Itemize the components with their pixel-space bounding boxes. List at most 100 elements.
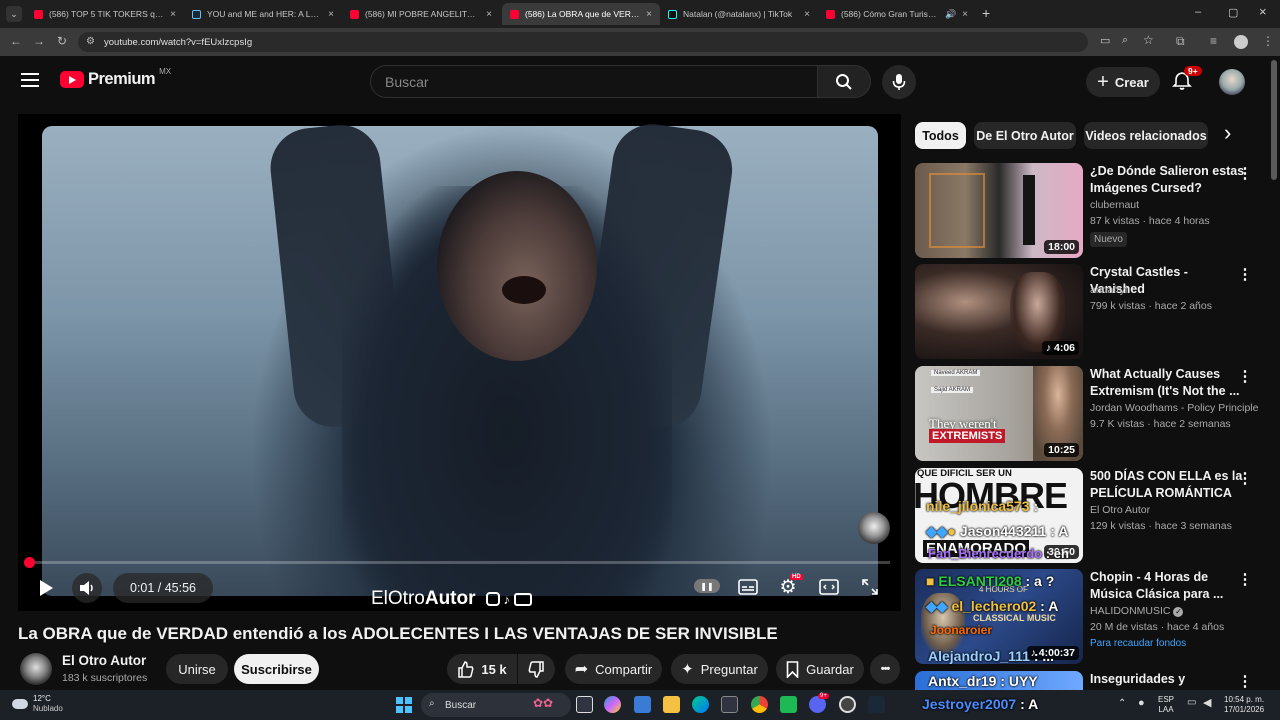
video-thumbnail[interactable]: Naveed AKRAM Sajid AKRAM They weren't EX… bbox=[915, 366, 1083, 461]
tab-close-icon[interactable]: × bbox=[804, 9, 810, 20]
search-input[interactable]: Buscar bbox=[370, 65, 818, 98]
video-frame[interactable] bbox=[42, 119, 878, 596]
copilot-icon[interactable] bbox=[604, 696, 621, 713]
browser-tab[interactable]: YOU and ME and HER: A Love S × bbox=[184, 3, 342, 25]
url-field[interactable]: ⚙ youtube.com/watch?v=fEUxIzcpsIg ▭ ⌕ ☆ bbox=[78, 32, 1154, 52]
task-view-icon[interactable] bbox=[576, 696, 593, 713]
window-close-button[interactable]: × bbox=[1259, 4, 1267, 19]
browser-tab[interactable]: (586) TOP 5 TIK TOKERS que C × bbox=[26, 3, 184, 25]
obs-icon[interactable] bbox=[839, 696, 856, 713]
chrome-icon[interactable] bbox=[751, 696, 768, 713]
progress-scrubber[interactable] bbox=[24, 557, 35, 568]
edge-icon[interactable] bbox=[692, 696, 709, 713]
settings-button[interactable]: ⚙ HD bbox=[776, 574, 803, 598]
channel-watermark-icon[interactable] bbox=[858, 512, 890, 544]
create-button[interactable]: + Crear bbox=[1086, 67, 1160, 97]
steam-icon[interactable] bbox=[868, 696, 885, 713]
related-video-title[interactable]: Chopin - 4 Horas de Música Clásica para … bbox=[1090, 569, 1245, 602]
subtitles-button[interactable] bbox=[736, 577, 760, 597]
related-video-title[interactable]: ¿De Dónde Salieron estas Imágenes Cursed… bbox=[1090, 163, 1245, 196]
save-button[interactable]: Guardar bbox=[776, 654, 864, 684]
related-video-title[interactable]: Inseguridades y porquerías bbox=[1090, 671, 1245, 690]
more-vert-icon[interactable]: ⋮ bbox=[1237, 163, 1253, 183]
hamburger-menu-icon[interactable] bbox=[21, 73, 39, 87]
miniplayer-button[interactable] bbox=[817, 577, 841, 597]
browser-tab[interactable]: (586) MI POBRE ANGELITO tien × bbox=[342, 3, 500, 25]
network-icon[interactable]: ▭ bbox=[1187, 697, 1196, 708]
fullscreen-button[interactable] bbox=[858, 577, 882, 597]
volume-button[interactable] bbox=[72, 573, 102, 603]
browser-tab-active[interactable]: (586) La OBRA que de VERDAD × bbox=[502, 3, 660, 25]
related-video-card[interactable]: Naveed AKRAM Sajid AKRAM They weren't EX… bbox=[915, 366, 1270, 461]
audio-icon[interactable]: 🔊 bbox=[945, 9, 956, 20]
chip-videos-relacionados[interactable]: Videos relacionados bbox=[1084, 122, 1208, 149]
related-video-card[interactable]: 18:00 ¿De Dónde Salieron estas Imágenes … bbox=[915, 163, 1270, 258]
cast-icon[interactable]: ▭ bbox=[1100, 34, 1110, 47]
related-video-channel[interactable]: annafryl bbox=[1090, 284, 1127, 296]
channel-avatar[interactable] bbox=[20, 653, 52, 685]
search-button[interactable] bbox=[817, 65, 871, 98]
related-video-title[interactable]: What Actually Causes Extremism (It's Not… bbox=[1090, 366, 1245, 399]
maximize-button[interactable]: ▢ bbox=[1228, 6, 1238, 19]
browser-tab[interactable]: (586) Cómo Gran Turismo 🔊 × bbox=[818, 3, 976, 25]
reload-icon[interactable]: ↻ bbox=[57, 34, 67, 48]
excel-icon[interactable] bbox=[721, 696, 738, 713]
browser-menu-icon[interactable]: ⋮ bbox=[1262, 34, 1274, 48]
related-video-channel[interactable]: HALIDONMUSIC ✓ bbox=[1090, 605, 1184, 617]
related-video-card[interactable]: ♪ 4:06 Crystal Castles - Vanished annafr… bbox=[915, 264, 1270, 359]
extensions-icon[interactable]: ⧉ bbox=[1176, 34, 1185, 49]
account-avatar[interactable] bbox=[1219, 69, 1245, 95]
video-player[interactable]: 0:01 / 45:56 ElOtro Autor ♪ ❚❚ ⚙ HD bbox=[18, 114, 901, 611]
autoplay-toggle[interactable]: ❚❚ bbox=[694, 579, 720, 593]
clock[interactable]: 10:54 p. m. 17/01/2026 bbox=[1224, 695, 1264, 715]
more-vert-icon[interactable]: ⋮ bbox=[1237, 468, 1253, 488]
youtube-logo[interactable]: Premium MX bbox=[60, 67, 171, 89]
notifications-button[interactable]: 9+ bbox=[1172, 66, 1202, 93]
volume-icon[interactable]: ◀ bbox=[1203, 696, 1211, 709]
green-app-icon[interactable] bbox=[780, 696, 797, 713]
progress-bar[interactable] bbox=[30, 561, 890, 564]
site-info-icon[interactable]: ⚙ bbox=[86, 36, 95, 47]
video-thumbnail[interactable]: ♪ 4:06 bbox=[915, 264, 1083, 359]
more-actions-button[interactable]: ••• bbox=[870, 654, 900, 684]
zoom-icon[interactable]: ⌕ bbox=[1122, 34, 1128, 47]
related-video-title[interactable]: 500 DÍAS CON ELLA es la PELÍCULA ROMÁNTI… bbox=[1090, 468, 1245, 501]
minimize-button[interactable]: – bbox=[1195, 6, 1201, 18]
subscribe-button[interactable]: Suscribirse bbox=[234, 654, 319, 684]
chip-de-el-otro-autor[interactable]: De El Otro Autor bbox=[974, 122, 1076, 149]
more-vert-icon[interactable]: ⋮ bbox=[1237, 264, 1253, 284]
media-control-icon[interactable]: ≡ bbox=[1210, 34, 1217, 48]
play-button[interactable] bbox=[34, 575, 58, 601]
more-vert-icon[interactable]: ⋮ bbox=[1237, 671, 1253, 690]
tray-mic-icon[interactable]: ● bbox=[1138, 697, 1145, 709]
tab-close-icon[interactable]: × bbox=[486, 9, 492, 20]
more-vert-icon[interactable]: ⋮ bbox=[1237, 569, 1253, 589]
taskbar-search[interactable]: ⌕ Buscar ✿✿ bbox=[421, 693, 571, 717]
weather-widget[interactable]: 12°C Nublado bbox=[12, 694, 63, 714]
share-button[interactable]: ➦ Compartir bbox=[565, 654, 662, 684]
chips-next-icon[interactable]: › bbox=[1224, 120, 1231, 146]
tray-chevron-icon[interactable]: ⌃ bbox=[1118, 698, 1126, 709]
video-thumbnail[interactable]: 18:00 bbox=[915, 163, 1083, 258]
browser-tab[interactable]: Natalan (@natalanx) | TikTok × bbox=[660, 3, 818, 25]
join-button[interactable]: Unirse bbox=[166, 654, 228, 684]
store-icon[interactable] bbox=[634, 696, 651, 713]
back-icon[interactable]: ← bbox=[10, 34, 22, 48]
dislike-button[interactable] bbox=[518, 654, 555, 684]
chip-todos[interactable]: Todos bbox=[915, 122, 966, 149]
tab-close-icon[interactable]: × bbox=[962, 9, 968, 20]
tab-close-icon[interactable]: × bbox=[646, 9, 652, 20]
profile-avatar-icon[interactable] bbox=[1234, 35, 1248, 49]
related-video-channel[interactable]: El Otro Autor bbox=[1090, 504, 1150, 516]
ask-button[interactable]: ✦ Preguntar bbox=[671, 654, 768, 684]
related-video-channel[interactable]: Jordan Woodhams - Policy Principle bbox=[1090, 402, 1258, 414]
new-tab-button[interactable]: + bbox=[982, 5, 990, 21]
tab-close-icon[interactable]: × bbox=[328, 9, 334, 20]
channel-name[interactable]: El Otro Autor bbox=[62, 653, 146, 668]
file-explorer-icon[interactable] bbox=[663, 696, 680, 713]
forward-icon[interactable]: → bbox=[33, 34, 45, 48]
language-indicator[interactable]: ESP LAA bbox=[1158, 695, 1174, 715]
voice-search-button[interactable] bbox=[882, 65, 916, 99]
bookmark-star-icon[interactable]: ☆ bbox=[1143, 33, 1154, 47]
like-button[interactable]: 15 k bbox=[447, 654, 517, 684]
